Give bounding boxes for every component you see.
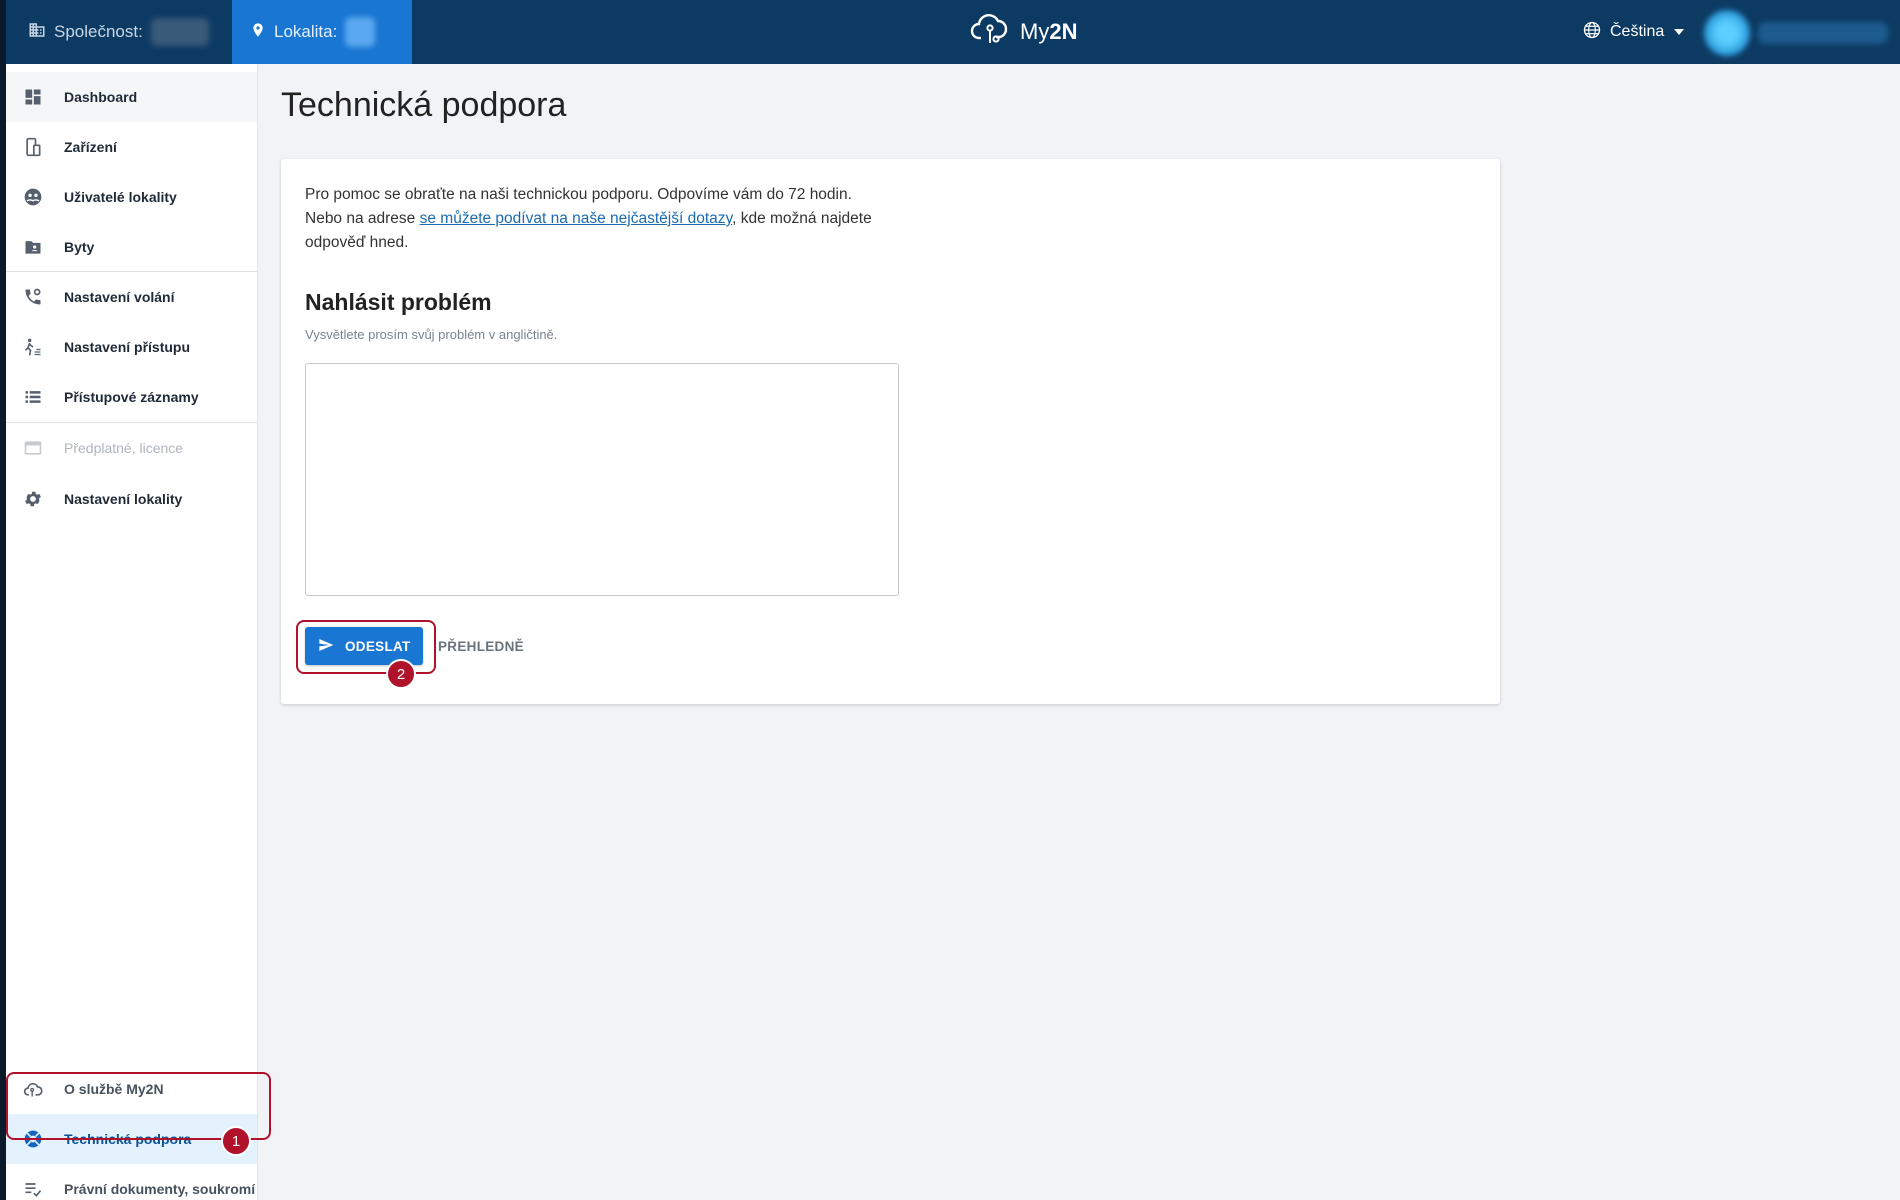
sidebar-item-label: Dashboard: [64, 89, 138, 105]
sidebar-item-label: Nastavení volání: [64, 289, 175, 305]
faq-link[interactable]: se můžete podívat na naše nejčastější do…: [420, 210, 732, 227]
support-intro-text: Pro pomoc se obraťte na naši technickou …: [305, 183, 905, 255]
report-problem-hint: Vysvětlete prosím svůj problém v angličt…: [305, 327, 558, 342]
card-icon: [22, 437, 44, 459]
company-name-redacted: [150, 18, 209, 46]
sidebar-item-label: Právní dokumenty, soukromí: [64, 1181, 256, 1197]
company-selector[interactable]: Společnost:: [28, 0, 209, 64]
sidebar-item-subscription: Předplatné, licence: [6, 423, 257, 473]
location-name-redacted: [345, 17, 376, 47]
chevron-down-icon: [1674, 29, 1685, 35]
sidebar-item-call-settings[interactable]: Nastavení volání: [6, 272, 257, 322]
intro-line-1: Pro pomoc se obraťte na naši technickou …: [305, 186, 852, 203]
sidebar-item-access-settings[interactable]: Nastavení přístupu: [6, 322, 257, 372]
dashboard-icon: [22, 86, 44, 108]
user-menu[interactable]: [1704, 10, 1900, 56]
sidebar-item-label: Předplatné, licence: [64, 440, 184, 456]
gear-icon: [22, 488, 44, 510]
apartments-icon: [22, 236, 44, 258]
sidebar-item-site-settings[interactable]: Nastavení lokality: [6, 474, 257, 524]
sidebar-item-label: Nastavení přístupu: [64, 339, 191, 355]
sidebar-item-label: Uživatelé lokality: [64, 189, 177, 205]
sidebar-item-label: Přístupové záznamy: [64, 389, 199, 405]
report-problem-title: Nahlásit problém: [305, 289, 492, 315]
logo-text-2n: 2N: [1049, 19, 1078, 44]
sidebar-item-label: Zařízení: [64, 139, 117, 155]
legal-icon: [22, 1178, 44, 1200]
support-card: Pro pomoc se obraťte na naši technickou …: [281, 159, 1500, 704]
sidebar: Dashboard Zařízení Uživatelé lokality By…: [0, 64, 258, 1200]
location-pin-icon: [250, 20, 266, 45]
sidebar-item-devices[interactable]: Zařízení: [6, 122, 257, 172]
globe-icon: [1582, 20, 1602, 45]
sidebar-item-legal-docs[interactable]: Právní dokumenty, soukromí: [6, 1164, 257, 1200]
device-icon: [22, 136, 44, 158]
annotation-badge-1: 1: [221, 1126, 251, 1156]
sidebar-item-site-users[interactable]: Uživatelé lokality: [6, 172, 257, 222]
building-icon: [28, 21, 46, 44]
sidebar-item-apartments[interactable]: Byty: [6, 222, 257, 272]
access-log-icon: [22, 386, 44, 408]
avatar: [1704, 10, 1750, 56]
intro-line-2-prefix: Nebo na adrese: [305, 210, 420, 227]
clear-button[interactable]: PŘEHLEDNĚ: [438, 627, 524, 665]
sidebar-item-dashboard[interactable]: Dashboard: [6, 72, 257, 122]
logo-text-my: My: [1020, 19, 1050, 44]
user-name-redacted: [1758, 22, 1888, 44]
sidebar-item-label: Byty: [64, 239, 95, 255]
users-icon: [22, 186, 44, 208]
page-title: Technická podpora: [281, 86, 567, 124]
my2n-logo[interactable]: My 2N: [970, 0, 1077, 64]
window-edge: [0, 0, 6, 64]
location-label: Lokalita:: [274, 22, 338, 41]
language-selector[interactable]: Čeština: [1582, 0, 1685, 64]
location-selector[interactable]: Lokalita:: [232, 0, 412, 64]
annotation-badge-2: 2: [386, 659, 416, 689]
annotation-box-2: [296, 620, 436, 674]
sidebar-item-label: Nastavení lokality: [64, 491, 183, 507]
language-label: Čeština: [1610, 23, 1665, 40]
sidebar-item-access-log[interactable]: Přístupové záznamy: [6, 372, 257, 422]
call-settings-icon: [22, 286, 44, 308]
problem-description-field[interactable]: [305, 363, 899, 596]
cloud-logo-icon: [970, 12, 1012, 52]
top-bar: Společnost: Lokalita: My 2N Čeština: [0, 0, 1900, 64]
company-label: Společnost:: [54, 22, 143, 41]
access-settings-icon: [22, 336, 44, 358]
